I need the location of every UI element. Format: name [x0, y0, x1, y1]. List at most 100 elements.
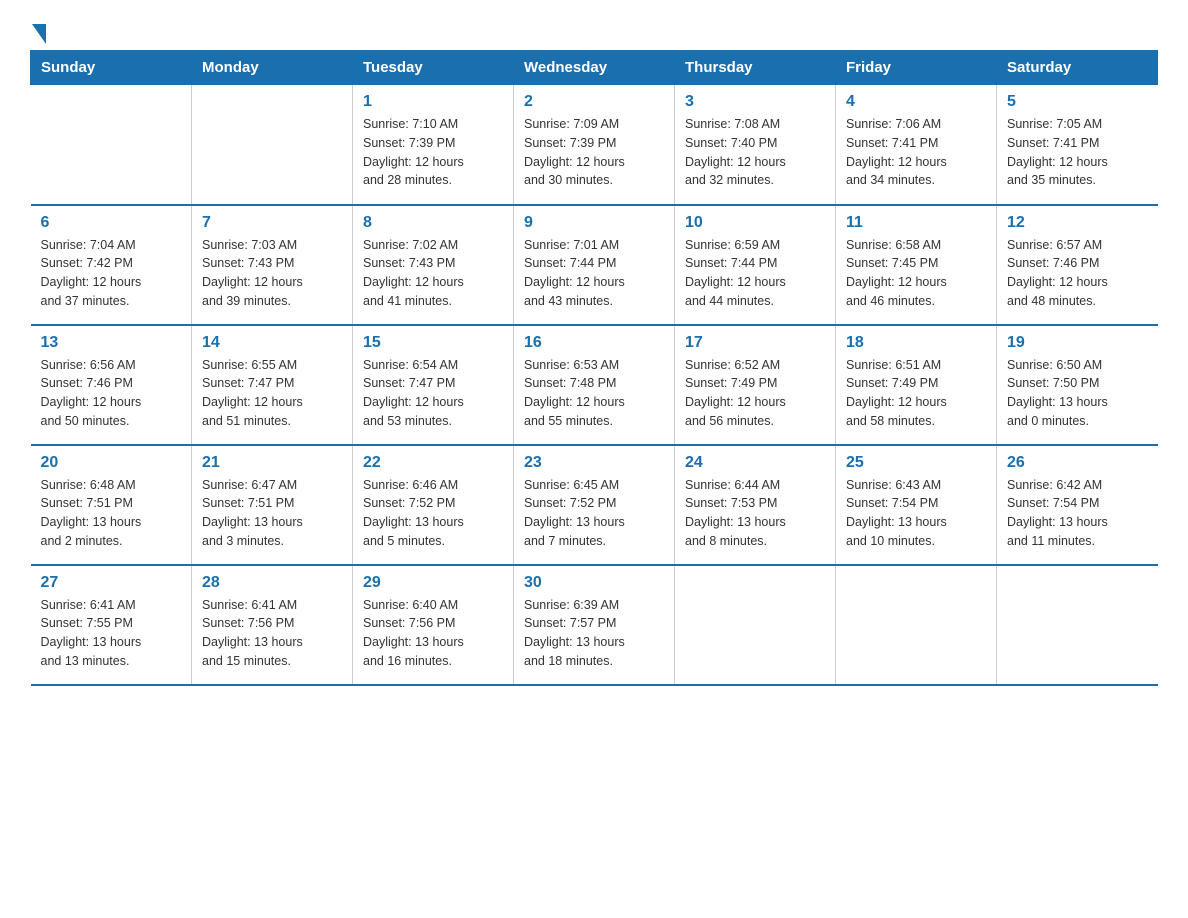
day-number: 14: [202, 334, 342, 352]
day-info: Sunrise: 7:05 AM Sunset: 7:41 PM Dayligh…: [1007, 115, 1148, 190]
day-number: 8: [363, 214, 503, 232]
calendar-week-row: 13 Sunrise: 6:56 AM Sunset: 7:46 PM Dayli…: [31, 325, 1158, 445]
calendar-cell: 12 Sunrise: 6:57 AM Sunset: 7:46 PM Dayli…: [997, 205, 1158, 325]
calendar-week-row: 1 Sunrise: 7:10 AM Sunset: 7:39 PM Daylig…: [31, 85, 1158, 205]
day-info: Sunrise: 6:45 AM Sunset: 7:52 PM Dayligh…: [524, 476, 664, 551]
day-number: 16: [524, 334, 664, 352]
day-header-wednesday: Wednesday: [514, 51, 675, 85]
day-number: 9: [524, 214, 664, 232]
day-number: 29: [363, 574, 503, 592]
day-number: 19: [1007, 334, 1148, 352]
day-info: Sunrise: 7:01 AM Sunset: 7:44 PM Dayligh…: [524, 236, 664, 311]
day-number: 30: [524, 574, 664, 592]
day-info: Sunrise: 6:46 AM Sunset: 7:52 PM Dayligh…: [363, 476, 503, 551]
calendar-cell: 17Sunrise: 6:52 AM Sunset: 7:49 PM Dayli…: [675, 325, 836, 445]
day-header-friday: Friday: [836, 51, 997, 85]
day-header-thursday: Thursday: [675, 51, 836, 85]
day-info: Sunrise: 6:41 AM Sunset: 7:56 PM Dayligh…: [202, 596, 342, 671]
calendar-cell: 7 Sunrise: 7:03 AM Sunset: 7:43 PM Daylig…: [192, 205, 353, 325]
day-info: Sunrise: 6:40 AM Sunset: 7:56 PM Dayligh…: [363, 596, 503, 671]
day-number: 15: [363, 334, 503, 352]
calendar-cell: 10Sunrise: 6:59 AM Sunset: 7:44 PM Dayli…: [675, 205, 836, 325]
day-info: Sunrise: 6:47 AM Sunset: 7:51 PM Dayligh…: [202, 476, 342, 551]
calendar-cell: 3 Sunrise: 7:08 AM Sunset: 7:40 PM Daylig…: [675, 85, 836, 205]
day-info: Sunrise: 6:53 AM Sunset: 7:48 PM Dayligh…: [524, 356, 664, 431]
day-number: 6: [41, 214, 182, 232]
day-info: Sunrise: 6:44 AM Sunset: 7:53 PM Dayligh…: [685, 476, 825, 551]
calendar-cell: 11 Sunrise: 6:58 AM Sunset: 7:45 PM Dayli…: [836, 205, 997, 325]
day-info: Sunrise: 6:56 AM Sunset: 7:46 PM Dayligh…: [41, 356, 182, 431]
day-info: Sunrise: 7:09 AM Sunset: 7:39 PM Dayligh…: [524, 115, 664, 190]
calendar-cell: 25 Sunrise: 6:43 AM Sunset: 7:54 PM Dayli…: [836, 445, 997, 565]
day-info: Sunrise: 7:08 AM Sunset: 7:40 PM Dayligh…: [685, 115, 825, 190]
day-number: 22: [363, 454, 503, 472]
day-info: Sunrise: 6:54 AM Sunset: 7:47 PM Dayligh…: [363, 356, 503, 431]
day-number: 1: [363, 93, 503, 111]
day-info: Sunrise: 6:39 AM Sunset: 7:57 PM Dayligh…: [524, 596, 664, 671]
page-header: [30, 20, 1158, 40]
day-info: Sunrise: 6:43 AM Sunset: 7:54 PM Dayligh…: [846, 476, 986, 551]
calendar-header-row: SundayMondayTuesdayWednesdayThursdayFrid…: [31, 51, 1158, 85]
day-info: Sunrise: 6:57 AM Sunset: 7:46 PM Dayligh…: [1007, 236, 1148, 311]
calendar-cell: 20 Sunrise: 6:48 AM Sunset: 7:51 PM Dayli…: [31, 445, 192, 565]
calendar-week-row: 6 Sunrise: 7:04 AM Sunset: 7:42 PM Daylig…: [31, 205, 1158, 325]
day-header-sunday: Sunday: [31, 51, 192, 85]
day-header-saturday: Saturday: [997, 51, 1158, 85]
calendar-cell: 13 Sunrise: 6:56 AM Sunset: 7:46 PM Dayli…: [31, 325, 192, 445]
calendar-cell: 23 Sunrise: 6:45 AM Sunset: 7:52 PM Dayli…: [514, 445, 675, 565]
day-info: Sunrise: 6:55 AM Sunset: 7:47 PM Dayligh…: [202, 356, 342, 431]
day-info: Sunrise: 7:03 AM Sunset: 7:43 PM Dayligh…: [202, 236, 342, 311]
calendar-cell: 8 Sunrise: 7:02 AM Sunset: 7:43 PM Daylig…: [353, 205, 514, 325]
calendar-cell: 21 Sunrise: 6:47 AM Sunset: 7:51 PM Dayli…: [192, 445, 353, 565]
calendar-cell: 18 Sunrise: 6:51 AM Sunset: 7:49 PM Dayli…: [836, 325, 997, 445]
calendar-cell: [675, 565, 836, 685]
day-info: Sunrise: 6:51 AM Sunset: 7:49 PM Dayligh…: [846, 356, 986, 431]
day-number: 2: [524, 93, 664, 111]
calendar-cell: 27Sunrise: 6:41 AM Sunset: 7:55 PM Dayli…: [31, 565, 192, 685]
calendar-cell: [997, 565, 1158, 685]
calendar-cell: [836, 565, 997, 685]
day-info: Sunrise: 7:02 AM Sunset: 7:43 PM Dayligh…: [363, 236, 503, 311]
calendar-cell: 16 Sunrise: 6:53 AM Sunset: 7:48 PM Dayli…: [514, 325, 675, 445]
calendar-cell: [192, 85, 353, 205]
calendar-cell: 22 Sunrise: 6:46 AM Sunset: 7:52 PM Dayli…: [353, 445, 514, 565]
day-info: Sunrise: 6:58 AM Sunset: 7:45 PM Dayligh…: [846, 236, 986, 311]
calendar-cell: 5 Sunrise: 7:05 AM Sunset: 7:41 PM Daylig…: [997, 85, 1158, 205]
day-number: 18: [846, 334, 986, 352]
day-info: Sunrise: 7:06 AM Sunset: 7:41 PM Dayligh…: [846, 115, 986, 190]
day-number: 13: [41, 334, 182, 352]
calendar-cell: 9 Sunrise: 7:01 AM Sunset: 7:44 PM Daylig…: [514, 205, 675, 325]
day-number: 3: [685, 93, 825, 111]
calendar-cell: 19Sunrise: 6:50 AM Sunset: 7:50 PM Dayli…: [997, 325, 1158, 445]
day-header-tuesday: Tuesday: [353, 51, 514, 85]
day-info: Sunrise: 6:59 AM Sunset: 7:44 PM Dayligh…: [685, 236, 825, 311]
calendar-cell: 24 Sunrise: 6:44 AM Sunset: 7:53 PM Dayli…: [675, 445, 836, 565]
day-number: 5: [1007, 93, 1148, 111]
day-number: 25: [846, 454, 986, 472]
day-number: 20: [41, 454, 182, 472]
calendar-cell: 4 Sunrise: 7:06 AM Sunset: 7:41 PM Daylig…: [836, 85, 997, 205]
calendar-cell: 29 Sunrise: 6:40 AM Sunset: 7:56 PM Dayli…: [353, 565, 514, 685]
day-number: 12: [1007, 214, 1148, 232]
calendar-cell: 1 Sunrise: 7:10 AM Sunset: 7:39 PM Daylig…: [353, 85, 514, 205]
logo: [30, 20, 46, 40]
day-info: Sunrise: 6:42 AM Sunset: 7:54 PM Dayligh…: [1007, 476, 1148, 551]
calendar-cell: 30 Sunrise: 6:39 AM Sunset: 7:57 PM Dayli…: [514, 565, 675, 685]
calendar-week-row: 27Sunrise: 6:41 AM Sunset: 7:55 PM Dayli…: [31, 565, 1158, 685]
day-number: 4: [846, 93, 986, 111]
day-info: Sunrise: 6:48 AM Sunset: 7:51 PM Dayligh…: [41, 476, 182, 551]
day-number: 24: [685, 454, 825, 472]
day-info: Sunrise: 7:04 AM Sunset: 7:42 PM Dayligh…: [41, 236, 182, 311]
calendar-cell: 14 Sunrise: 6:55 AM Sunset: 7:47 PM Dayli…: [192, 325, 353, 445]
day-number: 23: [524, 454, 664, 472]
logo-triangle-icon: [32, 24, 46, 44]
day-number: 11: [846, 214, 986, 232]
calendar-cell: 6 Sunrise: 7:04 AM Sunset: 7:42 PM Daylig…: [31, 205, 192, 325]
day-info: Sunrise: 7:10 AM Sunset: 7:39 PM Dayligh…: [363, 115, 503, 190]
calendar-cell: 26Sunrise: 6:42 AM Sunset: 7:54 PM Dayli…: [997, 445, 1158, 565]
day-number: 7: [202, 214, 342, 232]
day-number: 17: [685, 334, 825, 352]
calendar-table: SundayMondayTuesdayWednesdayThursdayFrid…: [30, 50, 1158, 686]
day-info: Sunrise: 6:41 AM Sunset: 7:55 PM Dayligh…: [41, 596, 182, 671]
day-number: 21: [202, 454, 342, 472]
